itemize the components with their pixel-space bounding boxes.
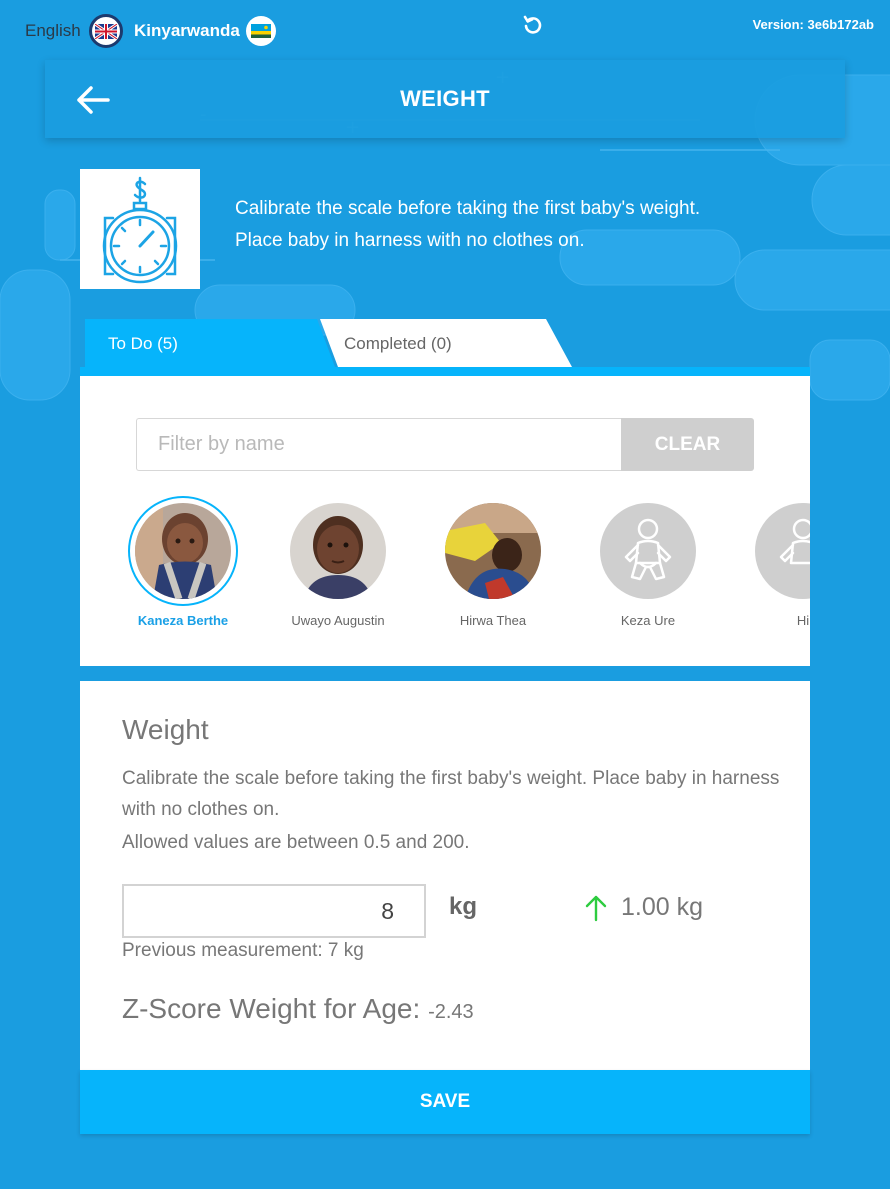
- filter-input[interactable]: [136, 418, 622, 471]
- instruction-text: Calibrate the scale before taking the fi…: [235, 193, 805, 257]
- form-title: Weight: [122, 714, 209, 745]
- tab-underline: [80, 367, 810, 376]
- participant-name: Hi: [796, 613, 810, 628]
- participant-name: Kaneza Berthe: [137, 613, 229, 628]
- baby-placeholder-icon: [755, 503, 810, 599]
- baby-placeholder-icon: [600, 503, 696, 599]
- tab-todo[interactable]: To Do (5): [85, 319, 335, 367]
- top-bar: English Kinyarwanda Version: 3e6b172ab: [0, 0, 890, 60]
- previous-measurement: Previous measurement: 7 kg: [122, 940, 364, 961]
- avatar: [128, 496, 238, 606]
- page-header: WEIGHT: [45, 60, 845, 138]
- participant-uwayo-augustin[interactable]: Uwayo Augustin: [263, 503, 413, 628]
- zscore-label: Z-Score Weight for Age:: [122, 993, 421, 1024]
- rwanda-flag-icon[interactable]: [246, 16, 276, 46]
- form-description: Calibrate the scale before taking the fi…: [122, 768, 780, 820]
- instruction-line-1: Calibrate the scale before taking the fi…: [235, 198, 701, 219]
- weight-change-value: 1.00 kg: [621, 893, 704, 921]
- allowed-values-text: Allowed values are between 0.5 and 200.: [122, 832, 470, 853]
- participant-name: Keza Ure: [620, 613, 676, 628]
- page-title: WEIGHT: [400, 86, 490, 111]
- participant-kaneza-berthe[interactable]: Kaneza Berthe: [108, 496, 258, 628]
- zscore-row: Z-Score Weight for Age: -2.43: [122, 993, 474, 1025]
- avatar: [445, 503, 541, 599]
- weight-input[interactable]: [122, 884, 426, 938]
- weight-unit: kg: [449, 893, 478, 920]
- zscore-value: -2.43: [428, 1001, 474, 1023]
- uk-flag-icon[interactable]: [89, 14, 123, 48]
- version-label: Version: 3e6b172ab: [752, 17, 874, 32]
- participant-name: Hirwa Thea: [459, 613, 527, 628]
- language-english[interactable]: English: [25, 21, 81, 41]
- tab-todo-label: To Do (5): [108, 334, 178, 353]
- participants-panel: CLEAR Kaneza Berthe: [80, 376, 810, 666]
- participant-name: Uwayo Augustin: [291, 613, 385, 628]
- tab-completed[interactable]: Completed (0): [320, 319, 572, 367]
- weight-change: 1.00 kg: [585, 893, 703, 922]
- scale-icon-box: [80, 169, 200, 289]
- arrow-up-icon: [585, 895, 607, 921]
- save-button[interactable]: SAVE: [80, 1070, 810, 1134]
- participant-hi[interactable]: Hi: [728, 503, 810, 628]
- participant-keza-ure[interactable]: Keza Ure: [573, 503, 723, 628]
- participant-hirwa-thea[interactable]: Hirwa Thea: [418, 503, 568, 628]
- clear-button[interactable]: CLEAR: [621, 418, 754, 471]
- instruction-line-2: Place baby in harness with no clothes on…: [235, 230, 585, 251]
- refresh-icon[interactable]: [521, 13, 545, 37]
- weight-form: Weight Calibrate the scale before taking…: [80, 681, 810, 1071]
- tab-completed-label: Completed (0): [344, 334, 452, 353]
- language-kinyarwanda[interactable]: Kinyarwanda: [134, 21, 240, 41]
- avatar: [290, 503, 386, 599]
- scale-icon: [102, 176, 178, 284]
